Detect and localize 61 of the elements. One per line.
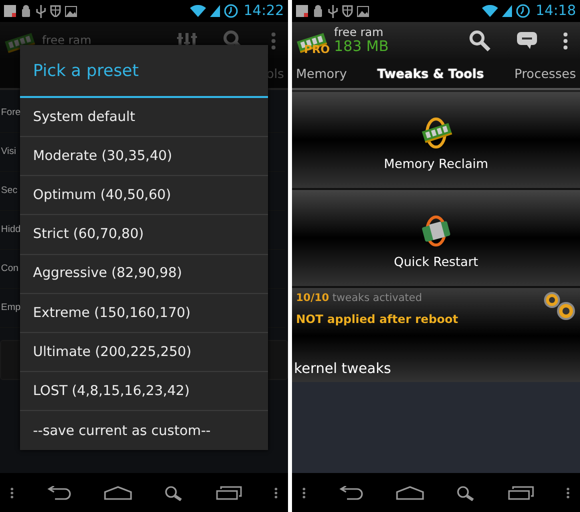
app-label: free ram	[334, 26, 384, 40]
dialog-title: Pick a preset	[20, 45, 268, 98]
preset-option[interactable]: Aggressive (82,90,98)	[20, 254, 268, 294]
clock-time: 14:22	[244, 2, 284, 20]
chat-icon[interactable]	[517, 32, 537, 50]
tab[interactable]: Processes	[514, 64, 576, 84]
image-icon	[65, 6, 77, 16]
overflow-menu-icon[interactable]	[563, 32, 568, 50]
preset-option[interactable]: Extreme (150,160,170)	[20, 294, 268, 333]
notification-icon	[296, 5, 308, 17]
preset-option[interactable]: LOST (4,8,15,16,23,42)	[20, 372, 268, 412]
section-heading: kernel tweaks	[294, 360, 392, 379]
setting-label: Emp	[1, 300, 21, 315]
tweaks-panel[interactable]: 10/10 tweaks activated NOT applied after reboot	[292, 288, 580, 336]
search-icon[interactable]	[164, 484, 184, 500]
setting-label: Hidd	[1, 222, 21, 237]
setting-label: Fore	[1, 106, 21, 120]
preset-option[interactable]: Optimum (40,50,60)	[20, 176, 268, 216]
notification-icon	[4, 5, 16, 17]
recent-apps-icon[interactable]	[508, 486, 534, 500]
preset-option[interactable]: Ultimate (200,225,250)	[20, 332, 268, 372]
preset-option[interactable]: System default	[20, 98, 268, 137]
search-icon[interactable]	[456, 484, 476, 500]
home-icon[interactable]	[104, 486, 132, 500]
preset-option[interactable]: --save current as custom--	[20, 411, 268, 450]
home-icon[interactable]	[396, 486, 424, 500]
back-icon[interactable]	[338, 486, 364, 500]
wifi-icon	[482, 5, 498, 17]
preset-option[interactable]: Strict (60,70,80)	[20, 215, 268, 254]
reboot-warning: NOT applied after reboot	[296, 310, 458, 328]
alarm-icon	[224, 4, 238, 18]
overflow-menu-icon[interactable]	[10, 486, 14, 498]
tweak-count: 10/10	[296, 292, 330, 304]
usb-icon	[36, 4, 46, 18]
recent-apps-icon[interactable]	[216, 486, 242, 500]
tab[interactable]: Tweaks & Tools	[377, 64, 484, 84]
setting-label: Visi	[1, 144, 16, 159]
overflow-menu-icon[interactable]	[274, 486, 278, 498]
preset-option[interactable]: Moderate (30,35,40)	[20, 136, 268, 176]
tool-button[interactable]: Quick Restart	[292, 190, 580, 288]
signal-icon	[210, 5, 220, 17]
shield-icon	[342, 5, 353, 17]
signal-icon	[502, 5, 512, 17]
alarm-icon	[516, 4, 530, 18]
tweaks-status: tweaks activated	[332, 292, 422, 304]
shield-icon	[50, 5, 61, 17]
usb-icon	[328, 4, 338, 18]
overflow-menu-icon[interactable]	[566, 486, 570, 498]
overflow-menu-icon[interactable]	[302, 486, 306, 498]
back-icon[interactable]	[46, 486, 72, 500]
setting-label: Con	[1, 262, 18, 276]
app-label: free ram	[42, 34, 92, 48]
gears-icon[interactable]	[542, 291, 576, 321]
free-ram-value: 183 MB	[334, 39, 389, 56]
clock-time: 14:18	[536, 2, 576, 20]
pro-label: PRO	[304, 42, 330, 58]
tab[interactable]: Memory	[296, 64, 347, 84]
setting-label: Sec	[1, 184, 18, 198]
wifi-icon	[190, 5, 206, 17]
tool-button[interactable]: Memory Reclaim	[292, 92, 580, 190]
image-icon	[357, 6, 369, 16]
